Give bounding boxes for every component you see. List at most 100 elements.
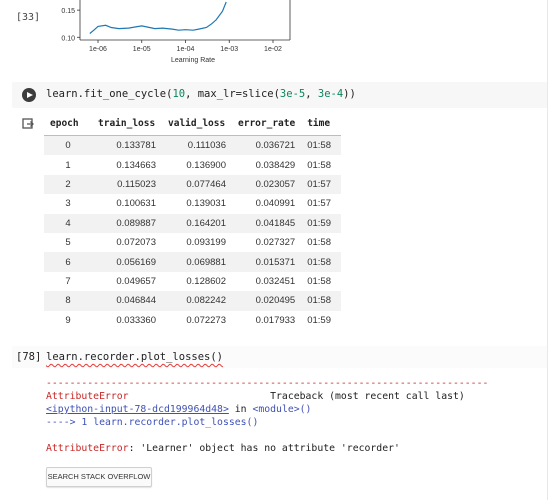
table-cell-train-loss: 0.089887: [92, 213, 162, 233]
table-cell-time: 01:58: [307, 275, 331, 287]
table-cell-time: 01:58: [301, 252, 342, 272]
code-number: 10: [172, 88, 186, 100]
table-cell-train-loss: 0.115023: [92, 174, 162, 195]
table-cell-time: 01:57: [307, 198, 331, 210]
table-cell-time: 01:58: [301, 291, 342, 311]
lr-finder-plot: 0.15 0.10 1e-06 1e-05 1e-04 1e-03 1e-02 Learnin…: [61, 0, 291, 64]
table-row: 7 0.049657 0.128602 0.032451 01:58: [44, 272, 341, 291]
column-header-time: time: [301, 113, 342, 136]
traceback-label: Traceback (most recent call last): [270, 391, 465, 402]
table-row: 4 0.089887 0.164201 0.041845 01:59: [44, 213, 342, 233]
table-row: 3 0.100631 0.139031 0.040991 01:57: [44, 194, 341, 213]
table-cell-time: 01:59: [307, 314, 331, 326]
error-name: AttributeError: [46, 391, 129, 402]
table-cell-train-loss: 0.046844: [92, 291, 162, 311]
code-text: , max_lr=slice(: [185, 88, 280, 100]
arrow-marker: ----> 1: [46, 417, 94, 428]
traceback-code: learn.recorder.plot_losses(): [93, 417, 259, 428]
table-cell-epoch: 4: [44, 213, 92, 233]
table-cell-train-loss: 0.056169: [92, 252, 162, 272]
table-cell-valid-loss: 0.139031: [186, 198, 226, 210]
table-cell-error-rate: 0.027327: [255, 237, 296, 249]
table-row: 5 0.072073 0.093199 0.027327 01:58: [44, 233, 341, 252]
table-cell-valid-loss: 0.164201: [162, 213, 232, 233]
table-cell-error-rate: 0.040991: [255, 198, 296, 210]
table-cell-valid-loss: 0.093199: [186, 237, 226, 249]
column-header-valid-loss: valid_loss: [162, 113, 232, 136]
search-stack-overflow-button[interactable]: SEARCH STACK OVERFLOW: [46, 467, 152, 487]
code-text: learn.fit_one_cycle(: [46, 88, 173, 100]
code-number: 3e-5: [279, 88, 306, 100]
x-tick-label: 1e-05: [133, 46, 151, 53]
table-cell-train-loss: 0.049657: [116, 275, 156, 287]
table-cell-time: 01:58: [307, 237, 331, 249]
table-row: 1 0.134663 0.136900 0.038429 01:58: [44, 155, 341, 174]
table-cell-epoch: 5: [65, 237, 71, 249]
table-cell-valid-loss: 0.069881: [162, 252, 232, 272]
code-text: )): [343, 88, 356, 100]
table-cell-error-rate: 0.041845: [232, 213, 302, 233]
table-cell-epoch: 9: [65, 314, 71, 326]
y-tick-label: 0.10: [61, 35, 75, 42]
output-redirect-icon[interactable]: [22, 118, 34, 130]
traceback-header: AttributeError Traceback (most recent ca…: [46, 391, 465, 402]
execution-count: [78]: [16, 351, 42, 363]
table-row: 9 0.033360 0.072273 0.017933 01:59: [44, 311, 341, 330]
code-cell-fit[interactable]: learn.fit_one_cycle(10, max_lr=slice(3e-…: [12, 82, 548, 108]
table-cell-time: 01:59: [301, 213, 342, 233]
table-cell-train-loss: 0.133781: [92, 135, 162, 156]
table-row: 2 0.115023 0.077464 0.023057 01:57: [44, 174, 342, 195]
table-cell-epoch: 7: [65, 275, 71, 287]
right-divider: [547, 0, 548, 500]
execution-count: [33]: [16, 12, 41, 23]
x-tick-label: 1e-03: [220, 46, 238, 53]
table-body: 0 0.133781 0.111036 0.036721 01:58 1 0.134663 0…: [44, 135, 342, 330]
table-row: 0 0.133781 0.111036 0.036721 01:58: [44, 135, 342, 156]
table-cell-error-rate: 0.017933: [255, 314, 296, 326]
column-header-epoch: epoch: [44, 113, 92, 136]
code-line[interactable]: learn.fit_one_cycle(10, max_lr=slice(3e-…: [46, 88, 356, 100]
table-cell-epoch: 8: [44, 291, 92, 311]
code-number: 3e-4: [317, 88, 344, 100]
error-message: : 'Learner' object has no attribute 'rec…: [128, 443, 400, 454]
in-text: in: [228, 404, 253, 415]
module-text: <module>(): [252, 404, 312, 415]
table-cell-valid-loss: 0.072273: [186, 314, 226, 326]
table-cell-valid-loss: 0.136900: [186, 159, 226, 171]
error-name: AttributeError: [46, 443, 129, 454]
y-tick-label: 0.15: [61, 8, 75, 15]
table-cell-valid-loss: 0.082242: [162, 291, 232, 311]
table-cell-error-rate: 0.032451: [255, 275, 296, 287]
x-tick-label: 1e-04: [177, 46, 195, 53]
table-header-row: epoch train_loss valid_loss error_rate time: [44, 113, 342, 136]
column-header-error-rate: error_rate: [232, 113, 302, 136]
table-cell-time: 01:58: [307, 159, 331, 171]
table-cell-time: 01:58: [301, 135, 342, 156]
x-axis-label: Learning Rate: [171, 57, 215, 64]
table-cell-epoch: 3: [65, 198, 71, 210]
table-cell-train-loss: 0.100631: [116, 198, 156, 210]
table-cell-error-rate: 0.023057: [232, 174, 302, 195]
table-cell-error-rate: 0.020495: [232, 291, 302, 311]
table-cell-train-loss: 0.033360: [116, 314, 156, 326]
code-line[interactable]: learn.recorder.plot_losses(): [46, 351, 223, 363]
table-row: 6 0.056169 0.069881 0.015371 01:58: [44, 252, 342, 272]
table-cell-valid-loss: 0.077464: [162, 174, 232, 195]
column-header-train-loss: train_loss: [92, 113, 162, 136]
ipython-input-link[interactable]: <ipython-input-78-dcd199964d48>: [46, 404, 229, 415]
x-tick-label: 1e-06: [89, 46, 107, 53]
table-cell-time: 01:57: [301, 174, 342, 195]
training-results-table: epoch train_loss valid_loss error_rate time …: [44, 113, 342, 330]
error-message-line: AttributeError: 'Learner' object has no …: [46, 443, 400, 454]
table-cell-epoch: 6: [44, 252, 92, 272]
run-cell-button[interactable]: [22, 88, 36, 102]
table-cell-epoch: 1: [65, 159, 71, 171]
plot-output-cell: [33] 0.15 0.10 1e-06 1e-05 1e-04 1e-03 1e-02 Le…: [0, 0, 550, 70]
table-cell-valid-loss: 0.111036: [162, 135, 232, 156]
table-cell-train-loss: 0.134663: [116, 159, 156, 171]
lr-loss-line: [89, 1, 227, 34]
traceback-code-line: ----> 1 learn.recorder.plot_losses(): [46, 417, 258, 428]
table-cell-error-rate: 0.038429: [255, 159, 296, 171]
table-cell-error-rate: 0.036721: [232, 135, 302, 156]
